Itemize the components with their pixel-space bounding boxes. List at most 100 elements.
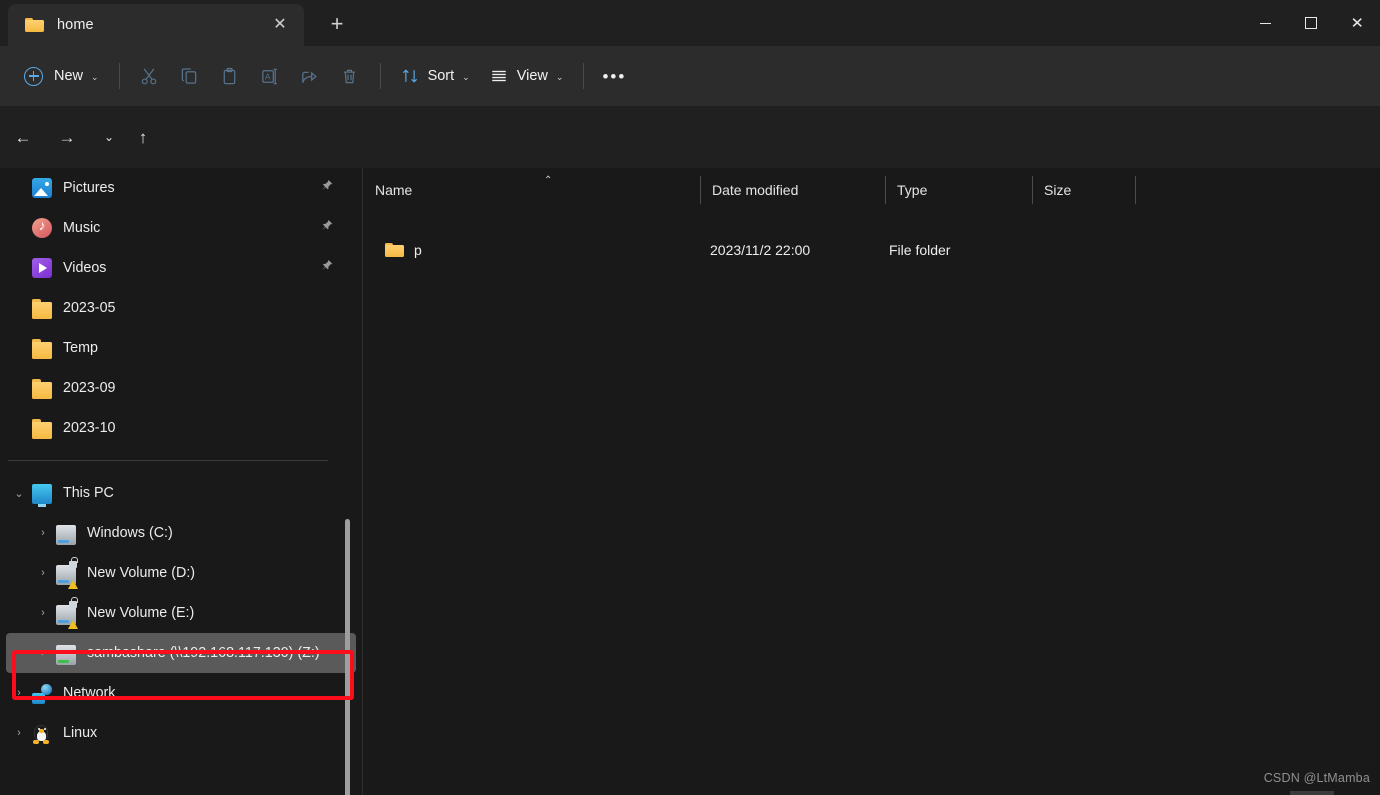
tab-home[interactable]: home ✕ — [8, 4, 304, 46]
sidebar-item-2023-10[interactable]: 2023-10 — [6, 408, 356, 448]
sidebar-item-2023-05[interactable]: 2023-05 — [6, 288, 356, 328]
folder-icon — [32, 299, 52, 319]
watermark-bar — [1290, 791, 1334, 795]
column-headers: Name ⌃ Date modified Type Size — [363, 168, 1380, 212]
sidebar-scrollbar[interactable] — [345, 519, 350, 795]
sidebar-item-temp[interactable]: Temp — [6, 328, 356, 368]
folder-icon — [25, 17, 44, 33]
navigation-bar: ← → ⌄ ↑ › This PC › sambashare (\\192.16… — [0, 106, 1380, 268]
chevron-down-icon[interactable]: ⌄ — [6, 487, 32, 500]
sidebar-item-label: 2023-09 — [63, 380, 116, 396]
cut-icon[interactable] — [130, 58, 170, 94]
folder-icon — [385, 242, 404, 258]
sidebar-item-label: Linux — [63, 725, 98, 741]
column-label: Name — [375, 182, 413, 198]
more-options-button[interactable]: ••• — [594, 58, 634, 94]
table-row[interactable]: p 2023/11/2 22:00 File folder — [363, 233, 1380, 267]
folder-icon — [32, 339, 52, 359]
sidebar-item-label: This PC — [63, 485, 114, 501]
sidebar-item-music[interactable]: Music — [6, 208, 356, 248]
paste-icon[interactable] — [210, 58, 250, 94]
column-label: Size — [1044, 182, 1072, 198]
window-close-icon[interactable]: ✕ — [1334, 0, 1380, 46]
network-icon — [32, 684, 52, 704]
view-button[interactable]: View ⌄ — [480, 58, 574, 94]
delete-icon[interactable] — [330, 58, 370, 94]
drive-locked-icon — [56, 557, 78, 589]
command-bar: New ⌄ A Sort ⌄ View ⌄ ••• — [0, 46, 1380, 106]
sidebar-item-label: New Volume (E:) — [87, 605, 195, 621]
column-header-date-modified[interactable]: Date modified — [700, 168, 885, 212]
chevron-down-icon: ⌄ — [555, 71, 564, 82]
chevron-right-icon[interactable]: › — [30, 607, 56, 619]
folder-icon — [32, 419, 52, 439]
sidebar-divider — [8, 460, 328, 461]
plus-circle-icon — [24, 66, 43, 86]
sidebar-item-windows-c[interactable]: › Windows (C:) — [6, 513, 356, 553]
rename-icon[interactable]: A — [250, 58, 290, 94]
linux-icon — [32, 723, 52, 744]
chevron-right-icon[interactable]: › — [30, 647, 56, 659]
sidebar-item-label: Network — [63, 685, 116, 701]
sidebar-item-network[interactable]: › Network — [6, 673, 356, 713]
chevron-right-icon[interactable]: › — [30, 567, 56, 579]
pictures-icon — [32, 178, 52, 198]
back-button[interactable]: ← — [10, 124, 36, 150]
sidebar-item-label: Temp — [63, 340, 98, 356]
column-label: Type — [897, 182, 928, 198]
view-label: View — [516, 68, 548, 84]
pin-icon[interactable] — [319, 259, 334, 274]
file-date-modified: 2023/11/2 22:00 — [710, 242, 811, 258]
window-controls: ✕ — [1242, 0, 1380, 46]
column-header-size[interactable]: Size — [1032, 168, 1135, 212]
file-explorer-window: home ✕ + ✕ New ⌄ A Sort ⌄ View ⌄ ••• ← →… — [0, 0, 1380, 795]
maximize-icon[interactable] — [1288, 0, 1334, 46]
recent-locations-button[interactable]: ⌄ — [96, 124, 122, 150]
new-button[interactable]: New ⌄ — [16, 58, 109, 94]
column-header-name[interactable]: Name — [363, 168, 700, 212]
copy-icon[interactable] — [170, 58, 210, 94]
sidebar-item-new-volume-d[interactable]: › New Volume (D:) — [6, 553, 356, 593]
sidebar-item-this-pc[interactable]: ⌄ This PC — [6, 473, 356, 513]
pin-icon[interactable] — [319, 179, 334, 194]
chevron-right-icon[interactable]: › — [30, 527, 56, 539]
drive-windows-icon — [56, 524, 76, 545]
toolbar-separator-1 — [118, 63, 120, 89]
toolbar-separator-2 — [379, 63, 381, 89]
sidebar-item-pictures[interactable]: Pictures — [6, 168, 356, 208]
sidebar-item-label: 2023-05 — [63, 300, 116, 316]
file-list-pane: Name ⌃ Date modified Type Size p 2023/11… — [363, 168, 1380, 795]
new-tab-button[interactable]: + — [322, 9, 352, 39]
sort-ascending-icon: ⌃ — [544, 175, 553, 186]
sidebar-item-new-volume-e[interactable]: › New Volume (E:) — [6, 593, 356, 633]
up-button[interactable]: ↑ — [130, 124, 156, 150]
videos-icon — [32, 258, 52, 278]
toolbar-separator-3 — [583, 63, 585, 89]
share-icon[interactable] — [290, 58, 330, 94]
chevron-right-icon[interactable]: › — [6, 687, 32, 699]
computer-icon — [32, 484, 52, 507]
sort-label: Sort — [427, 68, 455, 84]
forward-button[interactable]: → — [54, 124, 80, 150]
sidebar-item-label: Videos — [63, 260, 107, 276]
sidebar-item-label: Windows (C:) — [87, 525, 173, 541]
file-name: p — [414, 242, 422, 258]
sidebar-item-sambashare[interactable]: › sambashare (\\192.168.117.130) (Z:) — [6, 633, 356, 673]
sidebar-item-2023-09[interactable]: 2023-09 — [6, 368, 356, 408]
sidebar-item-label: Music — [63, 220, 101, 236]
sidebar-item-videos[interactable]: Videos — [6, 248, 356, 288]
title-bar: home ✕ + ✕ — [0, 0, 1380, 46]
close-icon[interactable]: ✕ — [270, 15, 290, 35]
new-button-label: New — [54, 68, 84, 84]
sidebar-item-label: Pictures — [63, 180, 115, 196]
column-header-type[interactable]: Type — [885, 168, 1032, 212]
column-separator[interactable] — [1135, 176, 1136, 204]
sort-button[interactable]: Sort ⌄ — [391, 58, 480, 94]
minimize-icon[interactable] — [1242, 0, 1288, 46]
watermark-text: CSDN @LtMamba — [1263, 771, 1370, 785]
sidebar-item-linux[interactable]: › Linux — [6, 713, 356, 753]
chevron-right-icon[interactable]: › — [6, 727, 32, 739]
sidebar-item-label: New Volume (D:) — [87, 565, 196, 581]
sidebar-item-label: 2023-10 — [63, 420, 116, 436]
pin-icon[interactable] — [319, 219, 334, 234]
